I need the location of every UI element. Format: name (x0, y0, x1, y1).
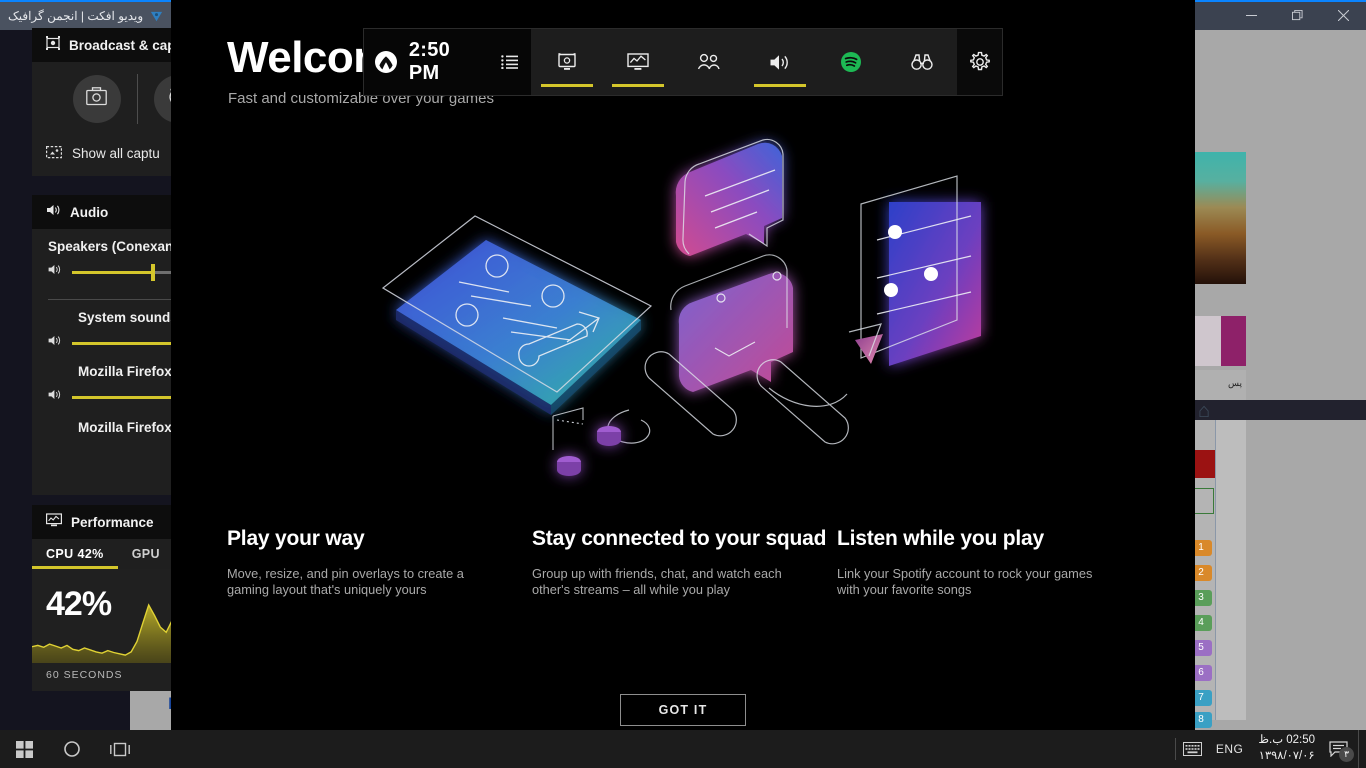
binoculars-icon (910, 54, 933, 70)
welcome-panel: Welcome Fast and customizable over your … (171, 0, 1195, 730)
illustration-tablet (396, 240, 641, 415)
game-bar-audio-button[interactable] (744, 28, 815, 96)
feature-body: Move, resize, and pin overlays to create… (227, 565, 464, 598)
gallery-icon (46, 145, 63, 162)
game-bar-widget-buttons (531, 28, 957, 96)
got-it-button[interactable]: GOT IT (620, 694, 746, 726)
start-icon[interactable] (0, 730, 48, 768)
clock-time: 02:50 ب.ظ (1258, 734, 1315, 747)
clock-date: ۱۳۹۸/۰۷/۰۶ (1258, 750, 1315, 762)
feature-heading: Play your way (227, 527, 365, 550)
notification-badge: ۳ (1339, 747, 1354, 762)
volume-icon[interactable] (48, 334, 62, 352)
feature-column-social: Stay connected to your squad Group up wi… (532, 525, 837, 598)
cortana-icon[interactable] (48, 730, 96, 768)
restore-button[interactable] (1274, 0, 1320, 30)
spotify-icon (840, 52, 861, 72)
feature-heading: Stay connected to your squad (532, 527, 827, 550)
performance-widget-title: Performance (71, 514, 154, 530)
xbox-icon[interactable] (363, 50, 409, 74)
audio-widget-title: Audio (70, 204, 109, 220)
game-bar-settings-button[interactable] (957, 28, 1003, 96)
performance-icon (46, 512, 63, 532)
firefox-addon-icon (149, 9, 164, 24)
clock[interactable]: 02:50 ب.ظ ۱۳۹۸/۰۷/۰۶ (1250, 733, 1323, 764)
feature-body: Group up with friends, chat, and watch e… (532, 565, 782, 598)
show-desktop-button[interactable] (1358, 730, 1366, 768)
feature-body: Link your Spotify account to rock your g… (837, 565, 1093, 598)
taskbar-left-buttons (0, 730, 144, 768)
volume-icon[interactable] (48, 388, 62, 406)
widget-menu-icon[interactable] (489, 55, 531, 69)
screen: ویدیو افکت | انجمن گرافیک پس ⌂ آ 1 2 (0, 0, 1366, 768)
capture-divider (136, 74, 138, 124)
web-page-color-bar (1190, 316, 1246, 366)
game-bar-spotify-button[interactable] (815, 28, 886, 96)
notification-center-icon[interactable]: ۳ (1323, 730, 1358, 768)
pinned-indicator (611, 84, 664, 87)
browser-tab[interactable]: ویدیو افکت | انجمن گرافیک (0, 2, 178, 30)
xbox-game-bar: 2:50 PM (363, 28, 1003, 96)
tab-gpu[interactable]: GPU (118, 539, 174, 569)
game-bar-left-section: 2:50 PM (363, 28, 531, 96)
window-controls (1228, 0, 1366, 30)
feature-column-spotify: Listen while you play Link your Spotify … (837, 525, 1142, 598)
show-all-captures-label: Show all captu (72, 145, 160, 161)
volume-icon[interactable] (48, 263, 62, 281)
game-bar-clock: 2:50 PM (408, 39, 451, 84)
illustration-coins (557, 426, 621, 476)
feature-heading: Listen while you play (837, 527, 1045, 550)
screenshot-button[interactable] (72, 75, 121, 123)
pinned-indicator (540, 84, 593, 87)
game-bar-capture-button[interactable] (531, 28, 602, 96)
welcome-illustration (381, 138, 981, 476)
task-view-icon[interactable] (96, 730, 144, 768)
web-page-gap (1185, 400, 1366, 420)
cpu-usage-value: 42% (46, 585, 112, 623)
illustration-selection (552, 407, 584, 450)
language-indicator[interactable]: ENG (1209, 730, 1251, 768)
system-tray: ENG 02:50 ب.ظ ۱۳۹۸/۰۷/۰۶ ۳ (1174, 730, 1366, 768)
audio-icon (46, 203, 61, 222)
browser-tab-title: ویدیو افکت | انجمن گرافیک (8, 9, 144, 23)
broadcast-icon (46, 35, 60, 55)
game-bar-performance-button[interactable] (602, 28, 673, 96)
slider-fill (72, 270, 154, 274)
web-page-caption: پس (1190, 370, 1246, 400)
web-page-right-column (1215, 420, 1246, 720)
tab-cpu[interactable]: CPU 42% (32, 539, 118, 569)
home-icon[interactable]: ⌂ (1198, 400, 1210, 423)
web-page-image (1190, 152, 1246, 284)
camera-icon (86, 87, 107, 111)
touch-keyboard-icon[interactable] (1176, 730, 1209, 768)
close-button[interactable] (1320, 0, 1366, 30)
illustration-chat-bubble-mid (678, 272, 793, 392)
illustration-cursor (848, 323, 883, 364)
pinned-indicator (753, 84, 806, 87)
slider-thumb[interactable] (151, 263, 156, 281)
game-bar-looking-for-group-button[interactable] (886, 28, 957, 96)
minimize-button[interactable] (1228, 0, 1274, 30)
feature-columns: Play your way Move, resize, and pin over… (227, 525, 1157, 598)
taskbar: ENG 02:50 ب.ظ ۱۳۹۸/۰۷/۰۶ ۳ (0, 730, 1366, 768)
feature-column-play: Play your way Move, resize, and pin over… (227, 525, 532, 598)
gear-icon (970, 51, 990, 71)
illustration-chat-bubble-top (675, 142, 782, 256)
game-bar-social-button[interactable] (673, 28, 744, 96)
cpu-chart-xlabel: 60 SECONDS (46, 669, 123, 681)
